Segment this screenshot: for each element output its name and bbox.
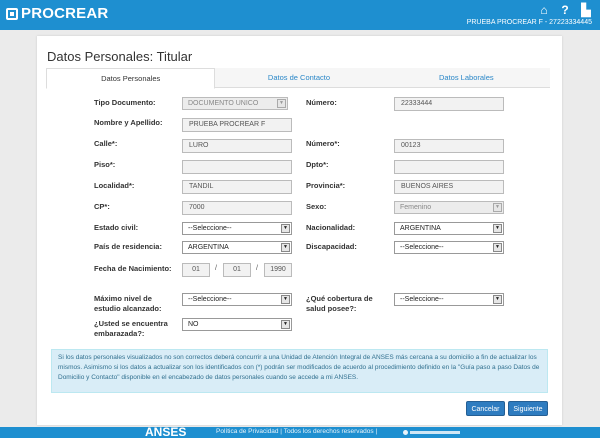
cobertura-label: ¿Qué cobertura de salud posee?: [306,294,373,314]
logo-icon [6,7,18,20]
next-button[interactable]: Siguiente [508,401,548,416]
cobertura-label-line1: ¿Qué cobertura de [306,294,373,303]
numero-documento-field[interactable]: 22333444 [394,97,504,111]
dpto-label: Dpto*: [306,160,329,169]
tab-datos-contacto[interactable]: Datos de Contacto [215,68,382,87]
nombre-field[interactable]: PRUEBA PROCREAR F [182,118,292,132]
top-bar: PROCREAR ⌂ ? ▙ PRUEBA PROCREAR F - 27223… [0,0,600,30]
estudios-label-line2: estudio alcanzado: [94,304,162,313]
pais-label: País de residencia: [94,242,162,251]
nacimiento-mes-field[interactable]: 01 [223,263,251,277]
discapacidad-select[interactable]: --Seleccione-- ▼ [394,241,504,254]
tab-bar: Datos Personales Datos de Contacto Datos… [46,68,550,89]
page-title: Datos Personales: Titular [47,49,193,64]
embarazada-select[interactable]: NO ▼ [182,318,292,331]
chevron-down-icon: ▼ [281,243,290,252]
cobertura-select[interactable]: --Seleccione-- ▼ [394,293,504,306]
anses-logo: ANSES [145,425,187,438]
piso-field[interactable] [182,160,292,174]
chevron-down-icon: ▼ [281,320,290,329]
piso-label: Piso*: [94,160,116,169]
info-notice: Si los datos personales visualizados no … [51,349,548,393]
dpto-field[interactable] [394,160,504,174]
sexo-select[interactable]: Femenino ▼ [394,201,504,214]
tab-datos-personales[interactable]: Datos Personales [46,68,216,89]
pais-select[interactable]: ARGENTINA ▼ [182,241,292,254]
nacimiento-anio-field[interactable]: 1990 [264,263,292,277]
estudios-label-line1: Máximo nivel de [94,294,152,303]
nacionalidad-select[interactable]: ARGENTINA ▼ [394,222,504,235]
chevron-down-icon: ▼ [281,295,290,304]
help-icon[interactable]: ? [559,3,571,17]
estudios-select[interactable]: --Seleccione-- ▼ [182,293,292,306]
nacionalidad-label: Nacionalidad: [306,223,356,232]
nacionalidad-value: ARGENTINA [400,225,441,232]
estado-civil-value: --Seleccione-- [188,225,232,232]
numero-documento-label: Número: [306,98,337,107]
tab-datos-laborales[interactable]: Datos Laborales [383,68,550,87]
provincia-label: Provincia*: [306,181,346,190]
estado-civil-label: Estado civil: [94,223,139,232]
cobertura-value: --Seleccione-- [400,296,444,303]
embarazada-label-line2: embarazada?: [94,329,145,338]
nacimiento-dia-field[interactable]: 01 [182,263,210,277]
sexo-value: Femenino [400,204,432,211]
chevron-down-icon: ▼ [493,243,502,252]
localidad-field[interactable]: TANDIL [182,180,292,194]
cp-label: CP*: [94,202,110,211]
cobertura-label-line2: salud posee?: [306,304,357,313]
menu-icon[interactable]: ▙ [580,3,592,17]
discapacidad-label: Discapacidad: [306,242,357,251]
main-panel: Datos Personales: Titular Datos Personal… [37,36,562,425]
estudios-value: --Seleccione-- [188,296,232,303]
estudios-label: Máximo nivel de estudio alcanzado: [94,294,162,314]
home-icon[interactable]: ⌂ [538,3,550,17]
embarazada-value: NO [188,321,199,328]
nacimiento-label: Fecha de Nacimiento: [94,264,172,273]
tipo-documento-select[interactable]: DOCUMENTO UNICO ▼ [182,97,288,110]
user-label: PRUEBA PROCREAR F - 27223334445 [466,19,592,26]
date-separator: / [215,265,217,272]
localidad-label: Localidad*: [94,181,135,190]
ministry-seal-icon [403,429,463,436]
numero-calle-field[interactable]: 00123 [394,139,504,153]
calle-label: Calle*: [94,139,118,148]
cp-field[interactable]: 7000 [182,201,292,215]
cancel-button[interactable]: Cancelar [466,401,505,416]
chevron-down-icon: ▼ [493,203,502,212]
numero-calle-label: Número*: [306,139,340,148]
chevron-down-icon: ▼ [277,99,286,108]
tipo-documento-label: Tipo Documento: [94,98,156,107]
embarazada-label: ¿Usted se encuentra embarazada?: [94,319,168,339]
discapacidad-value: --Seleccione-- [400,244,444,251]
date-separator: / [256,265,258,272]
nombre-label: Nombre y Apellido: [94,118,163,127]
chevron-down-icon: ▼ [493,295,502,304]
chevron-down-icon: ▼ [493,224,502,233]
pais-value: ARGENTINA [188,244,229,251]
procrear-logo[interactable]: PROCREAR [6,5,108,22]
footer: ANSES Política de Privacidad | Todos los… [0,425,600,438]
sexo-label: Sexo: [306,202,327,211]
embarazada-label-line1: ¿Usted se encuentra [94,319,168,328]
logo-text: PROCREAR [21,5,109,22]
calle-field[interactable]: LURO [182,139,292,153]
footer-links[interactable]: Política de Privacidad | Todos los derec… [216,428,377,435]
provincia-field[interactable]: BUENOS AIRES [394,180,504,194]
tipo-documento-value: DOCUMENTO UNICO [188,100,259,107]
estado-civil-select[interactable]: --Seleccione-- ▼ [182,222,292,235]
chevron-down-icon: ▼ [281,224,290,233]
